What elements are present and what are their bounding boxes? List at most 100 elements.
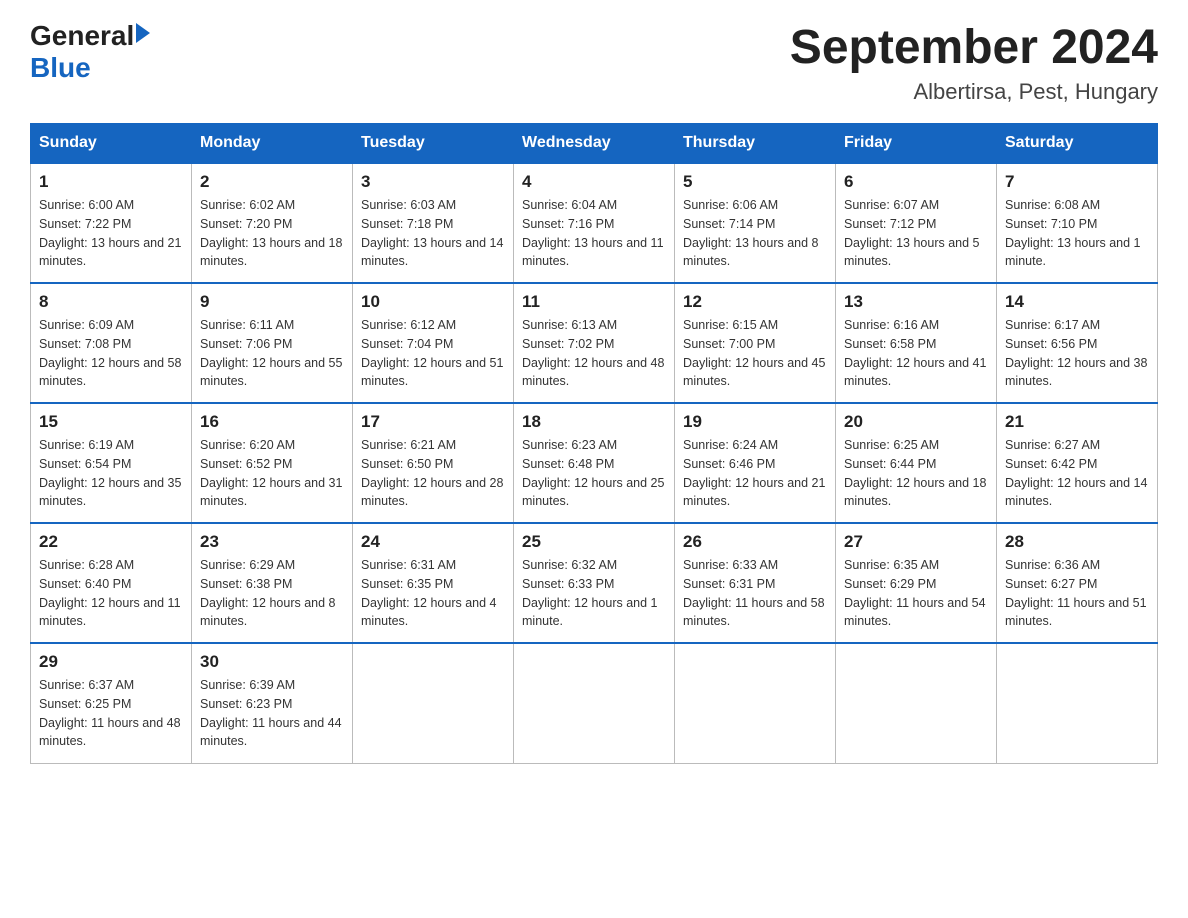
day-info: Sunrise: 6:15 AMSunset: 7:00 PMDaylight:…: [683, 316, 827, 391]
logo-arrow-icon: [136, 23, 150, 43]
calendar-day-cell: 27Sunrise: 6:35 AMSunset: 6:29 PMDayligh…: [836, 523, 997, 643]
day-number: 17: [361, 412, 505, 432]
day-info: Sunrise: 6:20 AMSunset: 6:52 PMDaylight:…: [200, 436, 344, 511]
calendar-day-cell: 23Sunrise: 6:29 AMSunset: 6:38 PMDayligh…: [192, 523, 353, 643]
day-number: 4: [522, 172, 666, 192]
title-block: September 2024 Albertirsa, Pest, Hungary: [790, 20, 1158, 105]
day-number: 1: [39, 172, 183, 192]
calendar-day-cell: [675, 643, 836, 763]
day-info: Sunrise: 6:39 AMSunset: 6:23 PMDaylight:…: [200, 676, 344, 751]
weekday-header-cell: Sunday: [31, 124, 192, 164]
day-number: 23: [200, 532, 344, 552]
day-info: Sunrise: 6:04 AMSunset: 7:16 PMDaylight:…: [522, 196, 666, 271]
calendar-day-cell: 15 Sunrise: 6:19 AMSunset: 6:54 PMDayligh…: [31, 403, 192, 523]
day-info: Sunrise: 6:11 AMSunset: 7:06 PMDaylight:…: [200, 316, 344, 391]
weekday-header-cell: Wednesday: [514, 124, 675, 164]
logo-blue: Blue: [30, 52, 91, 84]
day-info: Sunrise: 6:09 AMSunset: 7:08 PMDaylight:…: [39, 316, 183, 391]
day-info: Sunrise: 6:19 AMSunset: 6:54 PMDaylight:…: [39, 436, 183, 511]
day-info: Sunrise: 6:32 AMSunset: 6:33 PMDaylight:…: [522, 556, 666, 631]
calendar-week-row: 8 Sunrise: 6:09 AMSunset: 7:08 PMDaylight…: [31, 283, 1158, 403]
calendar-day-cell: [997, 643, 1158, 763]
calendar-week-row: 29Sunrise: 6:37 AMSunset: 6:25 PMDayligh…: [31, 643, 1158, 763]
calendar-day-cell: 3 Sunrise: 6:03 AMSunset: 7:18 PMDaylight…: [353, 163, 514, 283]
day-info: Sunrise: 6:27 AMSunset: 6:42 PMDaylight:…: [1005, 436, 1149, 511]
calendar-day-cell: 18 Sunrise: 6:23 AMSunset: 6:48 PMDayligh…: [514, 403, 675, 523]
day-info: Sunrise: 6:13 AMSunset: 7:02 PMDaylight:…: [522, 316, 666, 391]
calendar-day-cell: 10Sunrise: 6:12 AMSunset: 7:04 PMDayligh…: [353, 283, 514, 403]
weekday-header-cell: Friday: [836, 124, 997, 164]
day-info: Sunrise: 6:21 AMSunset: 6:50 PMDaylight:…: [361, 436, 505, 511]
day-info: Sunrise: 6:17 AMSunset: 6:56 PMDaylight:…: [1005, 316, 1149, 391]
logo: General Blue: [30, 20, 150, 84]
day-number: 18: [522, 412, 666, 432]
day-number: 14: [1005, 292, 1149, 312]
calendar-day-cell: 20 Sunrise: 6:25 AMSunset: 6:44 PMDayligh…: [836, 403, 997, 523]
day-info: Sunrise: 6:00 AMSunset: 7:22 PMDaylight:…: [39, 196, 183, 271]
calendar-day-cell: 22Sunrise: 6:28 AMSunset: 6:40 PMDayligh…: [31, 523, 192, 643]
day-number: 20: [844, 412, 988, 432]
page-header: General Blue September 2024 Albertirsa, …: [30, 20, 1158, 105]
day-info: Sunrise: 6:25 AMSunset: 6:44 PMDaylight:…: [844, 436, 988, 511]
calendar-day-cell: [514, 643, 675, 763]
calendar-day-cell: 8 Sunrise: 6:09 AMSunset: 7:08 PMDaylight…: [31, 283, 192, 403]
day-number: 28: [1005, 532, 1149, 552]
calendar-day-cell: 2Sunrise: 6:02 AMSunset: 7:20 PMDaylight…: [192, 163, 353, 283]
day-number: 30: [200, 652, 344, 672]
calendar-title: September 2024: [790, 20, 1158, 75]
weekday-header-row: SundayMondayTuesdayWednesdayThursdayFrid…: [31, 124, 1158, 164]
calendar-table: SundayMondayTuesdayWednesdayThursdayFrid…: [30, 123, 1158, 764]
calendar-day-cell: 29Sunrise: 6:37 AMSunset: 6:25 PMDayligh…: [31, 643, 192, 763]
day-number: 8: [39, 292, 183, 312]
calendar-day-cell: 12Sunrise: 6:15 AMSunset: 7:00 PMDayligh…: [675, 283, 836, 403]
calendar-day-cell: 7 Sunrise: 6:08 AMSunset: 7:10 PMDaylight…: [997, 163, 1158, 283]
day-info: Sunrise: 6:06 AMSunset: 7:14 PMDaylight:…: [683, 196, 827, 271]
calendar-day-cell: 9Sunrise: 6:11 AMSunset: 7:06 PMDaylight…: [192, 283, 353, 403]
calendar-day-cell: 4 Sunrise: 6:04 AMSunset: 7:16 PMDaylight…: [514, 163, 675, 283]
calendar-day-cell: 25Sunrise: 6:32 AMSunset: 6:33 PMDayligh…: [514, 523, 675, 643]
calendar-subtitle: Albertirsa, Pest, Hungary: [790, 79, 1158, 105]
calendar-day-cell: 16 Sunrise: 6:20 AMSunset: 6:52 PMDayligh…: [192, 403, 353, 523]
day-info: Sunrise: 6:31 AMSunset: 6:35 PMDaylight:…: [361, 556, 505, 631]
calendar-day-cell: 5 Sunrise: 6:06 AMSunset: 7:14 PMDaylight…: [675, 163, 836, 283]
day-number: 6: [844, 172, 988, 192]
day-number: 19: [683, 412, 827, 432]
day-info: Sunrise: 6:28 AMSunset: 6:40 PMDaylight:…: [39, 556, 183, 631]
calendar-day-cell: 19 Sunrise: 6:24 AMSunset: 6:46 PMDayligh…: [675, 403, 836, 523]
day-info: Sunrise: 6:35 AMSunset: 6:29 PMDaylight:…: [844, 556, 988, 631]
day-number: 3: [361, 172, 505, 192]
calendar-day-cell: 28 Sunrise: 6:36 AMSunset: 6:27 PMDayligh…: [997, 523, 1158, 643]
day-info: Sunrise: 6:23 AMSunset: 6:48 PMDaylight:…: [522, 436, 666, 511]
calendar-day-cell: 1 Sunrise: 6:00 AMSunset: 7:22 PMDaylight…: [31, 163, 192, 283]
day-info: Sunrise: 6:02 AMSunset: 7:20 PMDaylight:…: [200, 196, 344, 271]
calendar-day-cell: 13Sunrise: 6:16 AMSunset: 6:58 PMDayligh…: [836, 283, 997, 403]
calendar-week-row: 1 Sunrise: 6:00 AMSunset: 7:22 PMDaylight…: [31, 163, 1158, 283]
day-info: Sunrise: 6:36 AMSunset: 6:27 PMDaylight:…: [1005, 556, 1149, 631]
calendar-day-cell: 11 Sunrise: 6:13 AMSunset: 7:02 PMDayligh…: [514, 283, 675, 403]
day-info: Sunrise: 6:08 AMSunset: 7:10 PMDaylight:…: [1005, 196, 1149, 271]
calendar-body: 1 Sunrise: 6:00 AMSunset: 7:22 PMDaylight…: [31, 163, 1158, 763]
calendar-day-cell: 24 Sunrise: 6:31 AMSunset: 6:35 PMDayligh…: [353, 523, 514, 643]
calendar-week-row: 15 Sunrise: 6:19 AMSunset: 6:54 PMDayligh…: [31, 403, 1158, 523]
day-info: Sunrise: 6:33 AMSunset: 6:31 PMDaylight:…: [683, 556, 827, 631]
logo-general: General: [30, 20, 134, 52]
calendar-day-cell: 21Sunrise: 6:27 AMSunset: 6:42 PMDayligh…: [997, 403, 1158, 523]
day-info: Sunrise: 6:24 AMSunset: 6:46 PMDaylight:…: [683, 436, 827, 511]
day-number: 11: [522, 292, 666, 312]
day-number: 24: [361, 532, 505, 552]
day-number: 5: [683, 172, 827, 192]
day-number: 7: [1005, 172, 1149, 192]
day-number: 16: [200, 412, 344, 432]
weekday-header-cell: Saturday: [997, 124, 1158, 164]
day-info: Sunrise: 6:12 AMSunset: 7:04 PMDaylight:…: [361, 316, 505, 391]
day-info: Sunrise: 6:37 AMSunset: 6:25 PMDaylight:…: [39, 676, 183, 751]
calendar-day-cell: 26Sunrise: 6:33 AMSunset: 6:31 PMDayligh…: [675, 523, 836, 643]
day-number: 15: [39, 412, 183, 432]
weekday-header-cell: Thursday: [675, 124, 836, 164]
day-info: Sunrise: 6:03 AMSunset: 7:18 PMDaylight:…: [361, 196, 505, 271]
day-info: Sunrise: 6:07 AMSunset: 7:12 PMDaylight:…: [844, 196, 988, 271]
calendar-day-cell: 14 Sunrise: 6:17 AMSunset: 6:56 PMDayligh…: [997, 283, 1158, 403]
calendar-day-cell: [836, 643, 997, 763]
calendar-day-cell: [353, 643, 514, 763]
weekday-header-cell: Tuesday: [353, 124, 514, 164]
